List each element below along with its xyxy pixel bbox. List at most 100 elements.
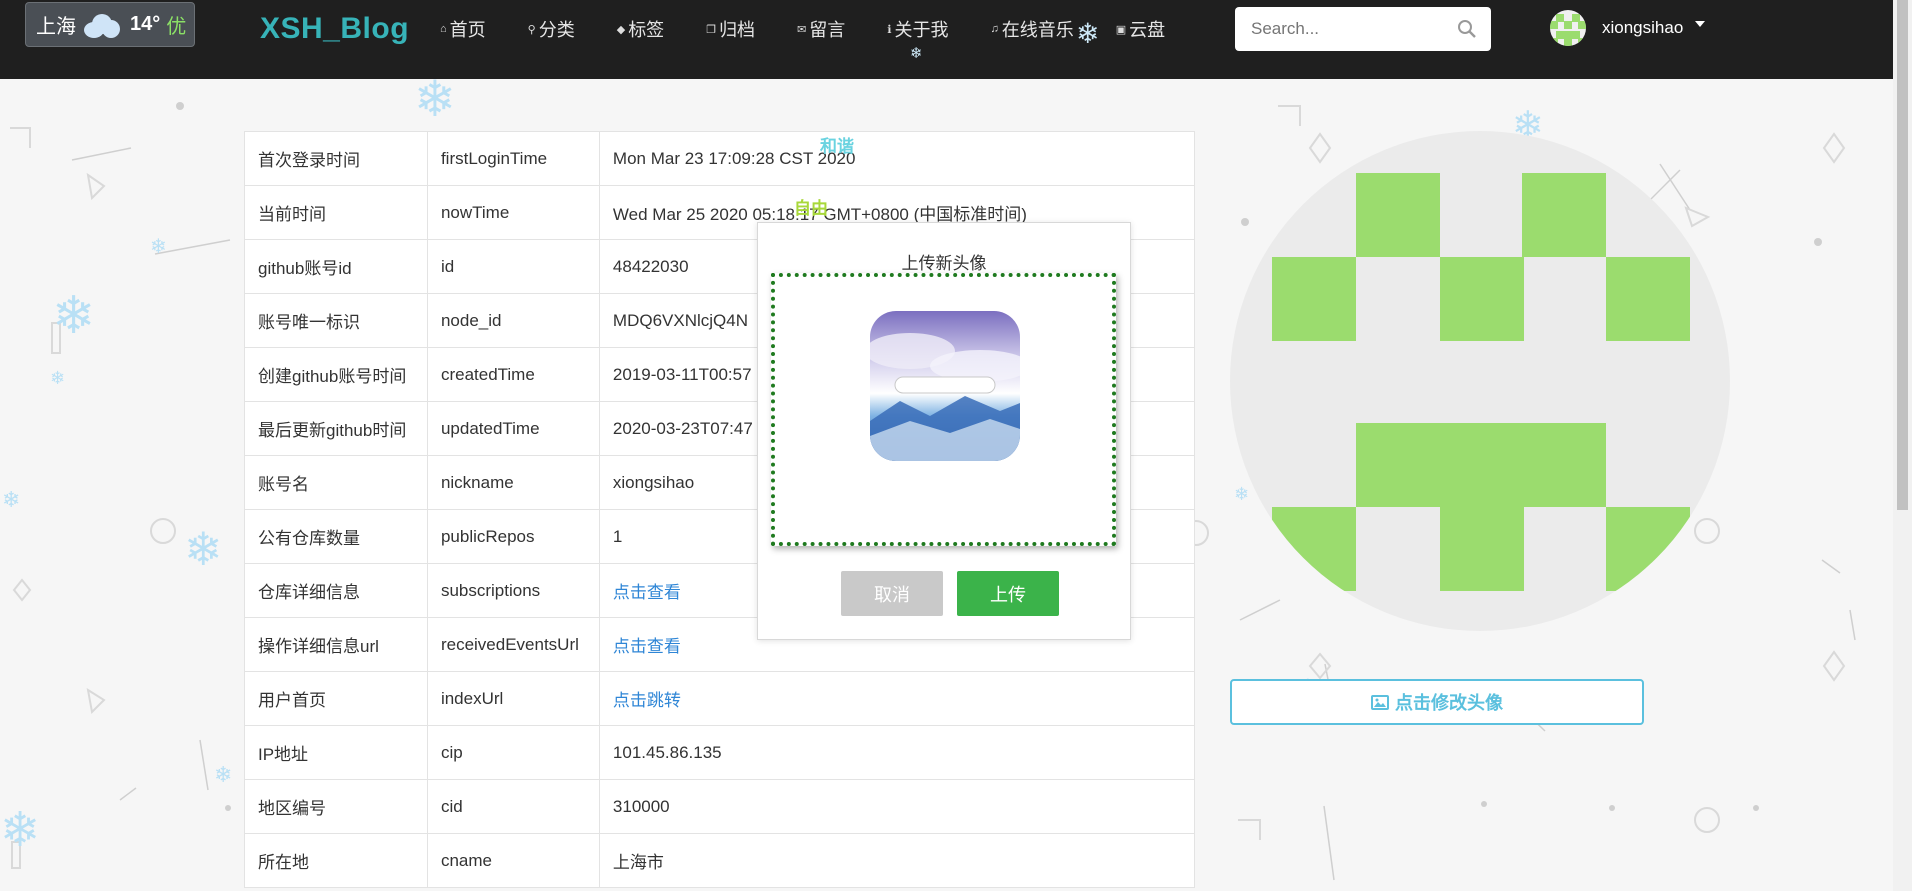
nav-label: 留言 xyxy=(809,20,846,40)
row-label: github账号id xyxy=(244,239,428,294)
row-key: nickname xyxy=(426,455,600,510)
nav-item-about[interactable]: ℹ 关于我 xyxy=(887,16,948,42)
nav-item-home[interactable]: ⌂ 首页 xyxy=(440,16,486,42)
row-key: id xyxy=(426,239,600,294)
nav-item-tags[interactable]: ◆ 标签 xyxy=(617,16,664,42)
row-value: 101.45.86.135 xyxy=(612,742,722,762)
row-label: 用户首页 xyxy=(244,671,428,726)
row-key: receivedEventsUrl xyxy=(426,617,600,672)
nav-label: 标签 xyxy=(628,20,665,40)
nav-label: 分类 xyxy=(538,20,575,40)
nav-item-category[interactable]: ⚲ 分类 xyxy=(528,16,575,42)
table-row: 用户首页 indexUrl 点击跳转 xyxy=(244,671,1196,726)
weather-city: 上海 xyxy=(36,16,76,38)
row-value-cell: 310000 xyxy=(598,779,1196,834)
row-value-cell: 点击跳转 xyxy=(598,671,1196,726)
row-label: 公有仓库数量 xyxy=(244,509,428,564)
table-row: 所在地 cname 上海市 xyxy=(244,833,1196,888)
row-key: createdTime xyxy=(426,347,600,402)
mail-icon: ✉ xyxy=(797,23,807,36)
row-label: 操作详细信息url xyxy=(244,617,428,672)
row-key: cname xyxy=(426,833,600,888)
row-key: cip xyxy=(426,725,600,780)
music-icon: ♫ xyxy=(990,23,999,35)
row-value-cell: Mon Mar 23 17:09:28 CST 2020 xyxy=(598,131,1196,186)
snowflake-icon: ❄ xyxy=(2,488,21,513)
row-label: 创建github账号时间 xyxy=(244,347,428,402)
change-avatar-button[interactable]: 点击修改头像 xyxy=(1230,679,1644,725)
row-value: 上海市 xyxy=(612,853,664,872)
weather-aqi: 优 xyxy=(166,16,187,38)
brand-logo[interactable]: XSH_Blog xyxy=(260,12,409,46)
row-key: nowTime xyxy=(426,185,600,240)
upload-button[interactable]: 上传 xyxy=(957,571,1059,616)
search-input[interactable] xyxy=(1235,9,1445,49)
cancel-button[interactable]: 取消 xyxy=(841,571,943,616)
row-label: 账号唯一标识 xyxy=(244,293,428,348)
image-icon xyxy=(1371,694,1389,710)
nav-item-message[interactable]: ✉ 留言 xyxy=(797,16,845,42)
page-scrollbar[interactable] xyxy=(1893,0,1912,891)
row-value: 2020-03-23T07:47 xyxy=(612,418,753,438)
cloud-icon xyxy=(84,12,120,38)
disk-icon: ▣ xyxy=(1115,23,1127,36)
row-key: cid xyxy=(426,779,600,834)
row-key: publicRepos xyxy=(426,509,600,564)
snowflake-icon: ❄ xyxy=(214,763,233,788)
nav-item-music[interactable]: ♫ 在线音乐 xyxy=(990,16,1073,42)
home-icon: ⌂ xyxy=(440,23,447,35)
snowflake-icon: ❄ xyxy=(1076,17,1100,50)
tag-icon: ◆ xyxy=(616,23,626,36)
row-value: xiongsihao xyxy=(612,472,695,492)
nav-label: 关于我 xyxy=(894,20,949,40)
snowflake-icon: ❄ xyxy=(184,522,223,576)
row-value-cell: 101.45.86.135 xyxy=(598,725,1196,780)
change-avatar-label: 点击修改头像 xyxy=(1395,693,1503,713)
row-label: 账号名 xyxy=(244,455,428,510)
nav-label: 云盘 xyxy=(1129,20,1166,40)
snowflake-icon: ❄ xyxy=(50,368,66,389)
row-key: subscriptions xyxy=(426,563,600,618)
row-link[interactable]: 点击跳转 xyxy=(613,691,681,710)
nav-label: 首页 xyxy=(449,20,486,40)
row-value: MDQ6VXNlcjQ4N xyxy=(612,310,748,330)
nav-item-archive[interactable]: ❐ 归档 xyxy=(706,16,755,42)
table-row: IP地址 cip 101.45.86.135 xyxy=(244,725,1196,780)
search-box xyxy=(1235,7,1491,51)
user-menu[interactable]: xiongsihao xyxy=(1550,10,1706,46)
nav-item-cloud-disk[interactable]: ▣ 云盘 xyxy=(1116,16,1165,42)
upload-avatar-modal: 上传新头像 取消 上传 xyxy=(757,222,1131,640)
scrollbar-thumb[interactable] xyxy=(1897,0,1908,510)
row-label: 仓库详细信息 xyxy=(244,563,428,618)
top-navbar: 上海 14° 优 XSH_Blog ⌂ 首页 ⚲ 分类 ◆ 标签 ❐ 归档 ✉ … xyxy=(0,0,1893,79)
snowflake-icon: ❄ xyxy=(150,234,167,258)
row-label: 地区编号 xyxy=(244,779,428,834)
chevron-down-icon xyxy=(1695,21,1706,27)
table-row: 地区编号 cid 310000 xyxy=(244,779,1196,834)
floating-text-hexie: 和谐 xyxy=(820,137,854,156)
snowflake-icon: ❄ xyxy=(910,44,923,62)
profile-avatar-large xyxy=(1230,131,1730,631)
search-icon[interactable] xyxy=(1457,19,1477,39)
row-value: 310000 xyxy=(612,796,670,816)
nav-label: 在线音乐 xyxy=(1001,20,1074,40)
snowflake-icon: ❄ xyxy=(52,286,96,346)
info-icon: ℹ xyxy=(887,23,892,36)
row-key: updatedTime xyxy=(426,401,600,456)
row-key: firstLoginTime xyxy=(426,131,600,186)
row-link[interactable]: 点击查看 xyxy=(613,637,681,656)
weather-temperature: 14° xyxy=(130,13,161,35)
row-label: 首次登录时间 xyxy=(244,131,428,186)
row-label: 当前时间 xyxy=(244,185,428,240)
avatar xyxy=(1550,10,1586,46)
row-value-cell: 上海市 xyxy=(598,833,1196,888)
modal-title: 上传新头像 xyxy=(901,254,987,273)
snowflake-icon: ❄ xyxy=(1234,484,1250,505)
snowflake-icon: ❄ xyxy=(414,70,456,128)
weather-widget[interactable]: 上海 14° 优 xyxy=(25,2,195,47)
avatar-preview-image xyxy=(870,311,1020,461)
table-row: 首次登录时间 firstLoginTime Mon Mar 23 17:09:28 … xyxy=(244,131,1196,186)
pin-icon: ⚲ xyxy=(527,23,536,36)
row-link[interactable]: 点击查看 xyxy=(613,583,681,602)
avatar-drop-zone[interactable] xyxy=(771,273,1116,546)
